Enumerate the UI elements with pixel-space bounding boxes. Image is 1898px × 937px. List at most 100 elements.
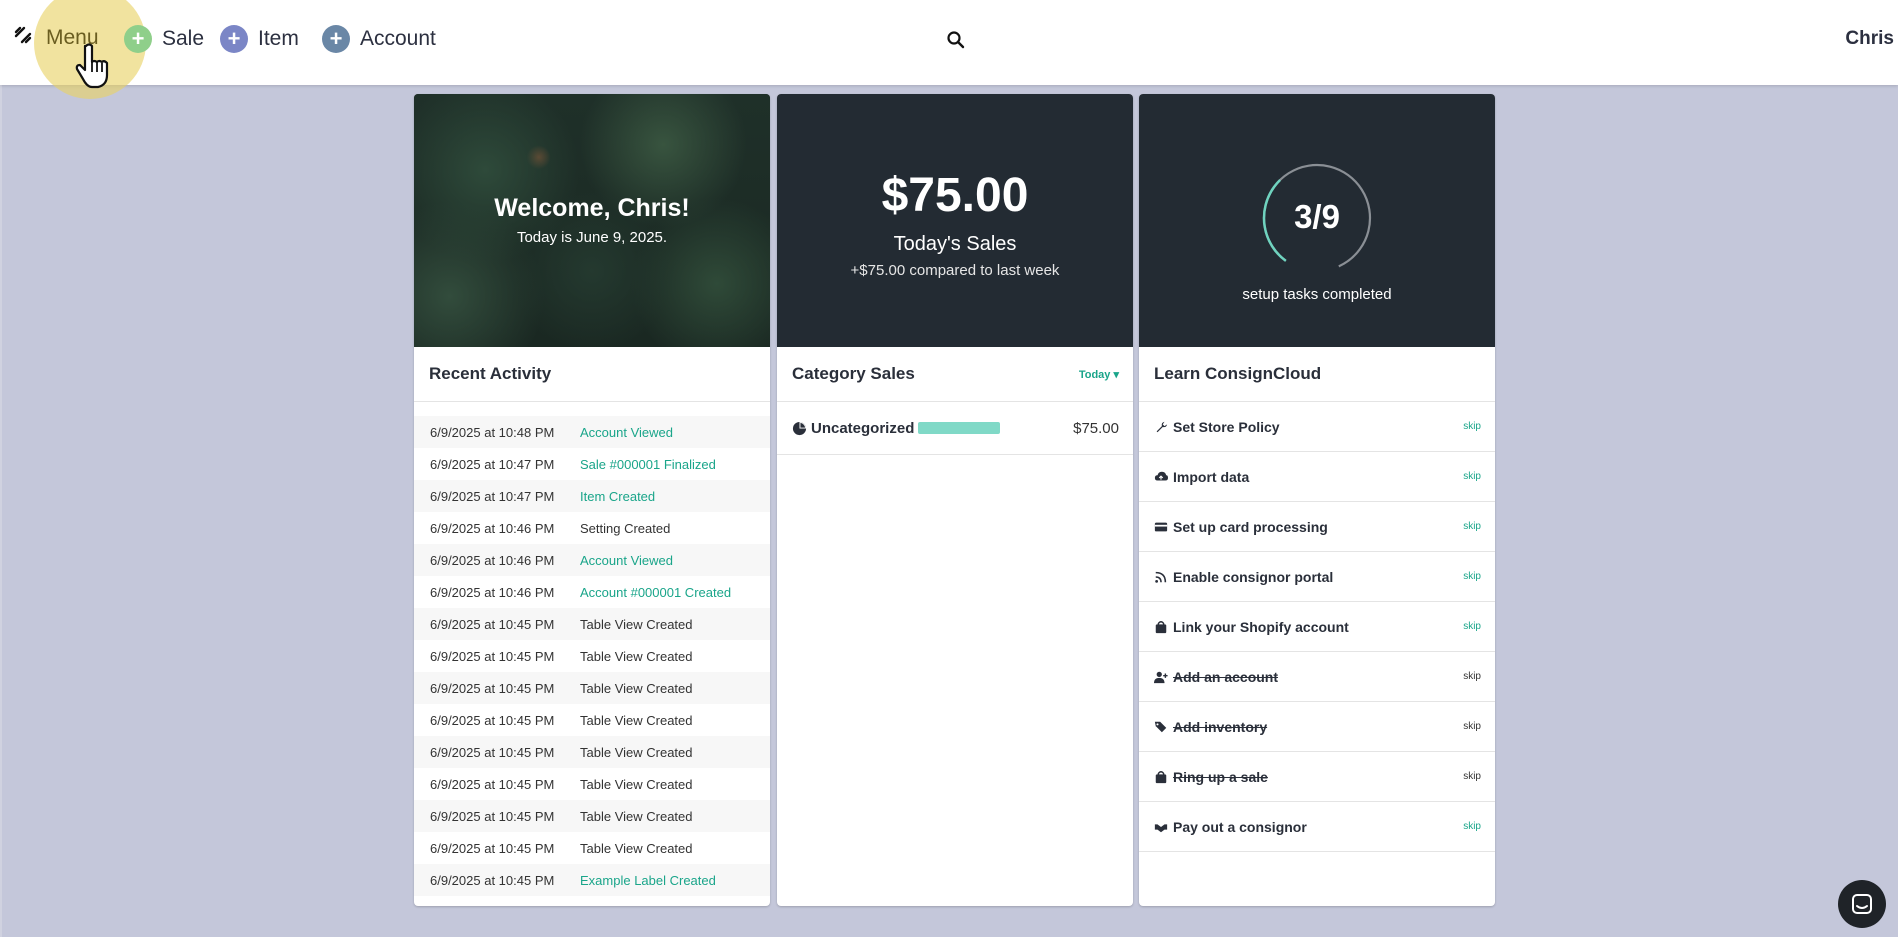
activity-row: 6/9/2025 at 10:45 PM Table View Created [414, 672, 770, 704]
learn-header: Learn ConsignCloud [1139, 347, 1495, 402]
rss-icon [1155, 571, 1167, 583]
skip-button[interactable]: skip [1463, 571, 1481, 582]
learn-task-row[interactable]: Set up card processing skip [1139, 502, 1495, 552]
welcome-date: Today is June 9, 2025. [516, 229, 668, 246]
activity-date: 6/9/2025 at 10:47 PM [430, 488, 555, 504]
welcome-card: Welcome, Chris! Today is June 9, 2025. R… [414, 94, 770, 906]
item-label: Item [258, 27, 299, 50]
category-sales-title: Category Sales [792, 364, 915, 383]
recent-activity-header: Recent Activity [414, 347, 770, 402]
learn-task-label: Enable consignor portal [1173, 568, 1334, 585]
learn-task-label: Import data [1173, 468, 1250, 485]
skip-button[interactable]: skip [1463, 621, 1481, 632]
recent-activity-title: Recent Activity [429, 364, 552, 383]
category-row: Uncategorized $75.00 [777, 402, 1133, 455]
consigncloud-logo-icon [14, 26, 32, 50]
activity-link[interactable]: Account #000001 Created [580, 585, 731, 600]
learn-task-label: Link your Shopify account [1173, 618, 1349, 635]
setup-progress-text: 3/9 [1294, 198, 1340, 235]
activity-row: 6/9/2025 at 10:45 PM Table View Created [414, 640, 770, 672]
activity-text: Table View Created [580, 744, 693, 760]
plus-icon: + [124, 25, 152, 53]
learn-task-row[interactable]: Link your Shopify account skip [1139, 602, 1495, 652]
skip-button[interactable]: skip [1463, 721, 1481, 732]
search-icon[interactable] [946, 30, 966, 50]
skip-button[interactable]: skip [1463, 821, 1481, 832]
activity-date: 6/9/2025 at 10:46 PM [430, 584, 555, 600]
new-sale-button[interactable]: + Sale [124, 25, 204, 53]
activity-date: 6/9/2025 at 10:46 PM [430, 552, 555, 568]
category-sales-list: Uncategorized $75.00 [777, 402, 1133, 455]
activity-link[interactable]: Account Viewed [580, 553, 673, 568]
activity-date: 6/9/2025 at 10:48 PM [430, 424, 555, 440]
bag-icon [1155, 770, 1167, 783]
learn-task-label: Set Store Policy [1173, 418, 1280, 435]
chat-icon [1852, 894, 1872, 914]
activity-text: Table View Created [580, 680, 693, 696]
new-account-button[interactable]: + Account [322, 25, 436, 53]
category-sales-header: Category Sales Today ▾ [777, 347, 1133, 402]
activity-row: 6/9/2025 at 10:45 PM Table View Created [414, 704, 770, 736]
new-item-button[interactable]: + Item [220, 25, 299, 53]
activity-date: 6/9/2025 at 10:47 PM [430, 456, 555, 472]
sales-card: $75.00 Today's Sales +$75.00 compared to… [777, 94, 1133, 906]
activity-link[interactable]: Item Created [580, 489, 655, 504]
activity-link[interactable]: Example Label Created [580, 873, 716, 888]
user-menu[interactable]: Chris [1845, 28, 1894, 50]
skip-button[interactable]: skip [1463, 671, 1481, 682]
period-select[interactable]: Today ▾ [1079, 368, 1119, 381]
activity-date: 6/9/2025 at 10:45 PM [430, 840, 555, 856]
activity-date: 6/9/2025 at 10:45 PM [430, 616, 555, 632]
credit-card-icon [1154, 522, 1168, 531]
cloud-upload-icon [1154, 471, 1168, 480]
page-left-border [0, 85, 2, 937]
learn-task-list: Set Store Policy skip Import data skip Set u… [1139, 402, 1495, 852]
learn-title: Learn ConsignCloud [1154, 364, 1322, 383]
todays-sales-amount: $75.00 [881, 169, 1029, 222]
learn-task-row[interactable]: Add an account skip [1139, 652, 1495, 702]
tags-icon [1154, 721, 1167, 732]
activity-row: 6/9/2025 at 10:46 PM Account Viewed [414, 544, 770, 576]
learn-task-row[interactable]: Ring up a sale skip [1139, 752, 1495, 802]
activity-date: 6/9/2025 at 10:45 PM [430, 680, 555, 696]
activity-text: Setting Created [580, 520, 671, 536]
top-navigation-bar: Menu + Sale + Item + Account Chris [0, 0, 1898, 99]
sale-label: Sale [162, 27, 205, 50]
plus-icon: + [322, 25, 350, 53]
skip-button[interactable]: skip [1463, 471, 1481, 482]
user-plus-icon [1154, 671, 1168, 683]
pie-chart-icon [792, 421, 807, 435]
setup-hero: 3/9 setup tasks completed [1139, 94, 1495, 347]
sales-hero: $75.00 Today's Sales +$75.00 compared to… [777, 94, 1133, 347]
learn-task-row[interactable]: Add inventory skip [1139, 702, 1495, 752]
learn-task-row[interactable]: Enable consignor portal skip [1139, 552, 1495, 602]
learn-task-row[interactable]: Pay out a consignor skip [1139, 802, 1495, 852]
skip-button[interactable]: skip [1463, 421, 1481, 432]
shopping-bag-icon [1155, 620, 1167, 633]
chat-launcher-button[interactable] [1838, 880, 1886, 928]
setup-progress-ring: 3/9 [1261, 162, 1373, 274]
learn-task-row[interactable]: Import data skip [1139, 452, 1495, 502]
hand-pointer-cursor-icon [75, 43, 109, 89]
activity-row: 6/9/2025 at 10:45 PM Table View Created [414, 800, 770, 832]
activity-row: 6/9/2025 at 10:45 PM Table View Created [414, 736, 770, 768]
learn-task-label: Add inventory [1173, 718, 1268, 735]
activity-link[interactable]: Account Viewed [580, 425, 673, 440]
welcome-hero: Welcome, Chris! Today is June 9, 2025. [414, 94, 770, 347]
skip-button[interactable]: skip [1463, 771, 1481, 782]
activity-text: Table View Created [580, 840, 693, 856]
activity-row: 6/9/2025 at 10:46 PM Setting Created [414, 512, 770, 544]
activity-row: 6/9/2025 at 10:47 PM Sale #000001 Finaliz… [414, 448, 770, 480]
activity-row: 6/9/2025 at 10:48 PM Account Viewed [414, 416, 770, 448]
activity-date: 6/9/2025 at 10:45 PM [430, 872, 555, 888]
activity-row: 6/9/2025 at 10:45 PM Table View Created [414, 768, 770, 800]
recent-activity-list: 6/9/2025 at 10:48 PM Account Viewed 6/9/20… [414, 402, 770, 896]
activity-link[interactable]: Sale #000001 Finalized [580, 457, 716, 472]
skip-button[interactable]: skip [1463, 521, 1481, 532]
category-share-bar [918, 422, 1001, 434]
learn-task-row[interactable]: Set Store Policy skip [1139, 402, 1495, 452]
activity-text: Table View Created [580, 616, 693, 632]
activity-row: 6/9/2025 at 10:45 PM Table View Created [414, 832, 770, 864]
activity-date: 6/9/2025 at 10:45 PM [430, 648, 555, 664]
wrench-icon [1156, 421, 1168, 432]
